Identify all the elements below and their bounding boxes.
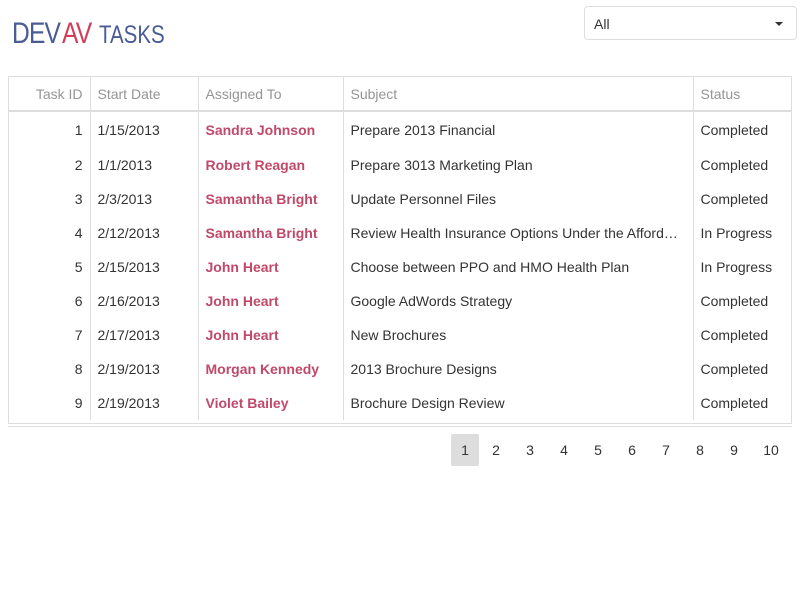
subject-cell: Review Health Insurance Options Under th… [343,216,694,250]
assigned-to-cell[interactable]: Samantha Bright [198,182,344,216]
status-filter-select[interactable]: All [584,6,797,40]
status-cell: In Progress [700,259,773,275]
task-id-cell: 9 [9,386,91,420]
table-row[interactable]: 2 1/1/2013 Robert Reagan Prepare 3013 Marke… [9,148,791,182]
task-id-cell: 8 [9,352,91,386]
logo-av-text: AV [61,17,92,50]
task-id-cell: 4 [9,216,91,250]
column-header-subject[interactable]: Subject [343,77,694,112]
subject-cell: Update Personnel Files [343,182,694,216]
assigned-to-cell[interactable]: John Heart [198,250,344,284]
logo-tasks-text: TASKS [99,21,166,49]
task-id-cell: 1 [9,111,91,148]
table-row[interactable]: 6 2/16/2013 John Heart Google AdWords Strat… [9,284,791,318]
task-id-cell: 3 [9,182,91,216]
task-id-cell: 6 [9,284,91,318]
column-header-assigned-to[interactable]: Assigned To [198,77,344,112]
start-date-cell: 2/17/2013 [90,318,199,352]
page-button[interactable]: 2 [479,434,513,466]
assigned-to-cell[interactable]: Sandra Johnson [198,111,344,148]
page-button[interactable]: 5 [581,434,615,466]
status-filter-value: All [594,16,610,32]
status-cell: Completed [700,293,769,309]
start-date-cell: 2/12/2013 [90,216,199,250]
header-row: Task ID Start Date Assigned To Subject S… [9,77,791,112]
table-row[interactable]: 1 1/15/2013 Sandra Johnson Prepare 2013 Fin… [9,111,791,148]
subject-cell: Google AdWords Strategy [343,284,694,318]
start-date-cell: 2/19/2013 [90,386,199,420]
page-button[interactable]: 10 [751,434,791,466]
status-cell: Completed [700,191,769,207]
start-date-cell: 2/3/2013 [90,182,199,216]
subject-cell: 2013 Brochure Designs [343,352,694,386]
pager: 1 2 3 4 5 6 7 8 9 10 [451,434,791,466]
table-row[interactable]: 4 2/12/2013 Samantha Bright Review Health I… [9,216,791,250]
status-cell: Completed [700,157,769,173]
status-cell: Completed [700,122,769,138]
assigned-to-cell[interactable]: John Heart [198,284,344,318]
assigned-to-cell[interactable]: John Heart [198,318,344,352]
table-row[interactable]: 8 2/19/2013 Morgan Kennedy 2013 Brochure De… [9,352,791,386]
column-header-start-date[interactable]: Start Date [90,77,199,112]
column-header-status[interactable]: Status [693,77,791,112]
assigned-to-cell[interactable]: Robert Reagan [198,148,344,182]
assigned-to-cell[interactable]: Samantha Bright [198,216,344,250]
task-id-cell: 7 [9,318,91,352]
start-date-cell: 1/1/2013 [90,148,199,182]
task-id-cell: 2 [9,148,91,182]
task-id-cell: 5 [9,250,91,284]
page-button[interactable]: 4 [547,434,581,466]
page-button[interactable]: 8 [683,434,717,466]
table-row[interactable]: 3 2/3/2013 Samantha Bright Update Personnel… [9,182,791,216]
tasks-table: Task ID Start Date Assigned To Subject S… [9,77,791,420]
status-cell: Completed [700,361,769,377]
subject-cell: Prepare 2013 Financial [343,111,694,148]
table-row[interactable]: 9 2/19/2013 Violet Bailey Brochure Design R… [9,386,791,420]
page-button[interactable]: 9 [717,434,751,466]
page-button[interactable]: 1 [451,434,479,466]
page-button[interactable]: 3 [513,434,547,466]
tasks-grid: Task ID Start Date Assigned To Subject S… [8,76,792,424]
start-date-cell: 2/15/2013 [90,250,199,284]
grid-divider [8,426,792,427]
logo-dev-text: DEV [12,17,61,50]
column-header-task-id[interactable]: Task ID [9,77,91,112]
subject-cell: Brochure Design Review [343,386,694,420]
start-date-cell: 2/19/2013 [90,352,199,386]
assigned-to-cell[interactable]: Morgan Kennedy [198,352,344,386]
caret-down-icon [775,22,783,26]
table-row[interactable]: 7 2/17/2013 John Heart New Brochures Complet… [9,318,791,352]
status-cell: Completed [700,395,769,411]
status-cell: In Progress [700,225,773,241]
page-button[interactable]: 7 [649,434,683,466]
subject-cell: Choose between PPO and HMO Health Plan [343,250,694,284]
devav-logo: DEV AV TASKS [12,18,180,50]
subject-cell: New Brochures [343,318,694,352]
subject-cell: Prepare 3013 Marketing Plan [343,148,694,182]
status-cell: Completed [700,327,769,343]
table-row[interactable]: 5 2/15/2013 John Heart Choose between PPO a… [9,250,791,284]
start-date-cell: 2/16/2013 [90,284,199,318]
page-button[interactable]: 6 [615,434,649,466]
start-date-cell: 1/15/2013 [90,111,199,148]
assigned-to-cell[interactable]: Violet Bailey [198,386,344,420]
